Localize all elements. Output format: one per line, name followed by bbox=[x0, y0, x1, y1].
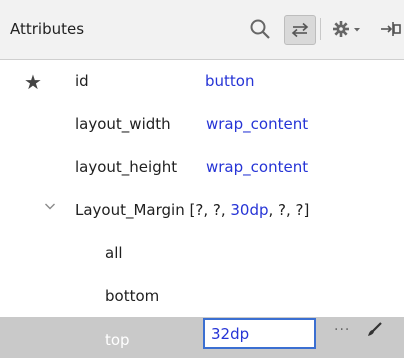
attribute-row-layout-margin[interactable]: Layout_Margin [?, ?, 30dp, ?, ?] bbox=[0, 190, 404, 233]
margin-top-input[interactable] bbox=[203, 318, 316, 349]
star-icon[interactable]: ★ bbox=[24, 70, 42, 94]
margin-values-highlight: 30dp bbox=[230, 201, 269, 219]
chevron-down-icon[interactable] bbox=[44, 200, 56, 216]
gear-dropdown-icon[interactable] bbox=[330, 17, 364, 41]
attribute-name: all bbox=[105, 244, 123, 262]
toolbar-separator bbox=[320, 18, 321, 40]
margin-label: Layout_Margin bbox=[75, 201, 185, 219]
attributes-header: Attributes bbox=[0, 0, 404, 60]
pin-icon[interactable] bbox=[378, 17, 404, 41]
attribute-row-id[interactable]: ★ id button bbox=[0, 61, 404, 104]
attribute-name: layout_width bbox=[75, 115, 171, 133]
margin-values-prefix: [?, ?, bbox=[189, 201, 231, 219]
more-options-button[interactable]: ··· bbox=[334, 322, 350, 338]
panel-title: Attributes bbox=[10, 20, 85, 38]
attribute-name: bottom bbox=[105, 287, 160, 305]
paintbrush-icon[interactable] bbox=[366, 320, 384, 342]
margin-values: [?, ?, 30dp, ?, ?] bbox=[190, 201, 310, 219]
attribute-row-margin-all[interactable]: all bbox=[0, 233, 404, 276]
attribute-value[interactable]: wrap_content bbox=[206, 115, 308, 133]
attribute-name: top bbox=[105, 331, 130, 349]
margin-values-suffix: , ?, ?] bbox=[268, 201, 310, 219]
attribute-row-layout-width[interactable]: layout_width wrap_content bbox=[0, 104, 404, 147]
attribute-name: id bbox=[75, 72, 89, 90]
search-icon[interactable] bbox=[249, 17, 271, 41]
attribute-row-margin-bottom[interactable]: bottom bbox=[0, 276, 404, 319]
attribute-value[interactable]: button bbox=[205, 72, 254, 90]
attribute-name: Layout_Margin [?, ?, 30dp, ?, ?] bbox=[75, 201, 309, 219]
attribute-name: layout_height bbox=[75, 158, 178, 176]
attribute-row-layout-height[interactable]: layout_height wrap_content bbox=[0, 147, 404, 190]
swap-arrows-icon[interactable] bbox=[284, 15, 316, 45]
attributes-panel: Attributes ★ id button layout_width wrap… bbox=[0, 0, 404, 358]
attribute-value[interactable]: wrap_content bbox=[206, 158, 308, 176]
